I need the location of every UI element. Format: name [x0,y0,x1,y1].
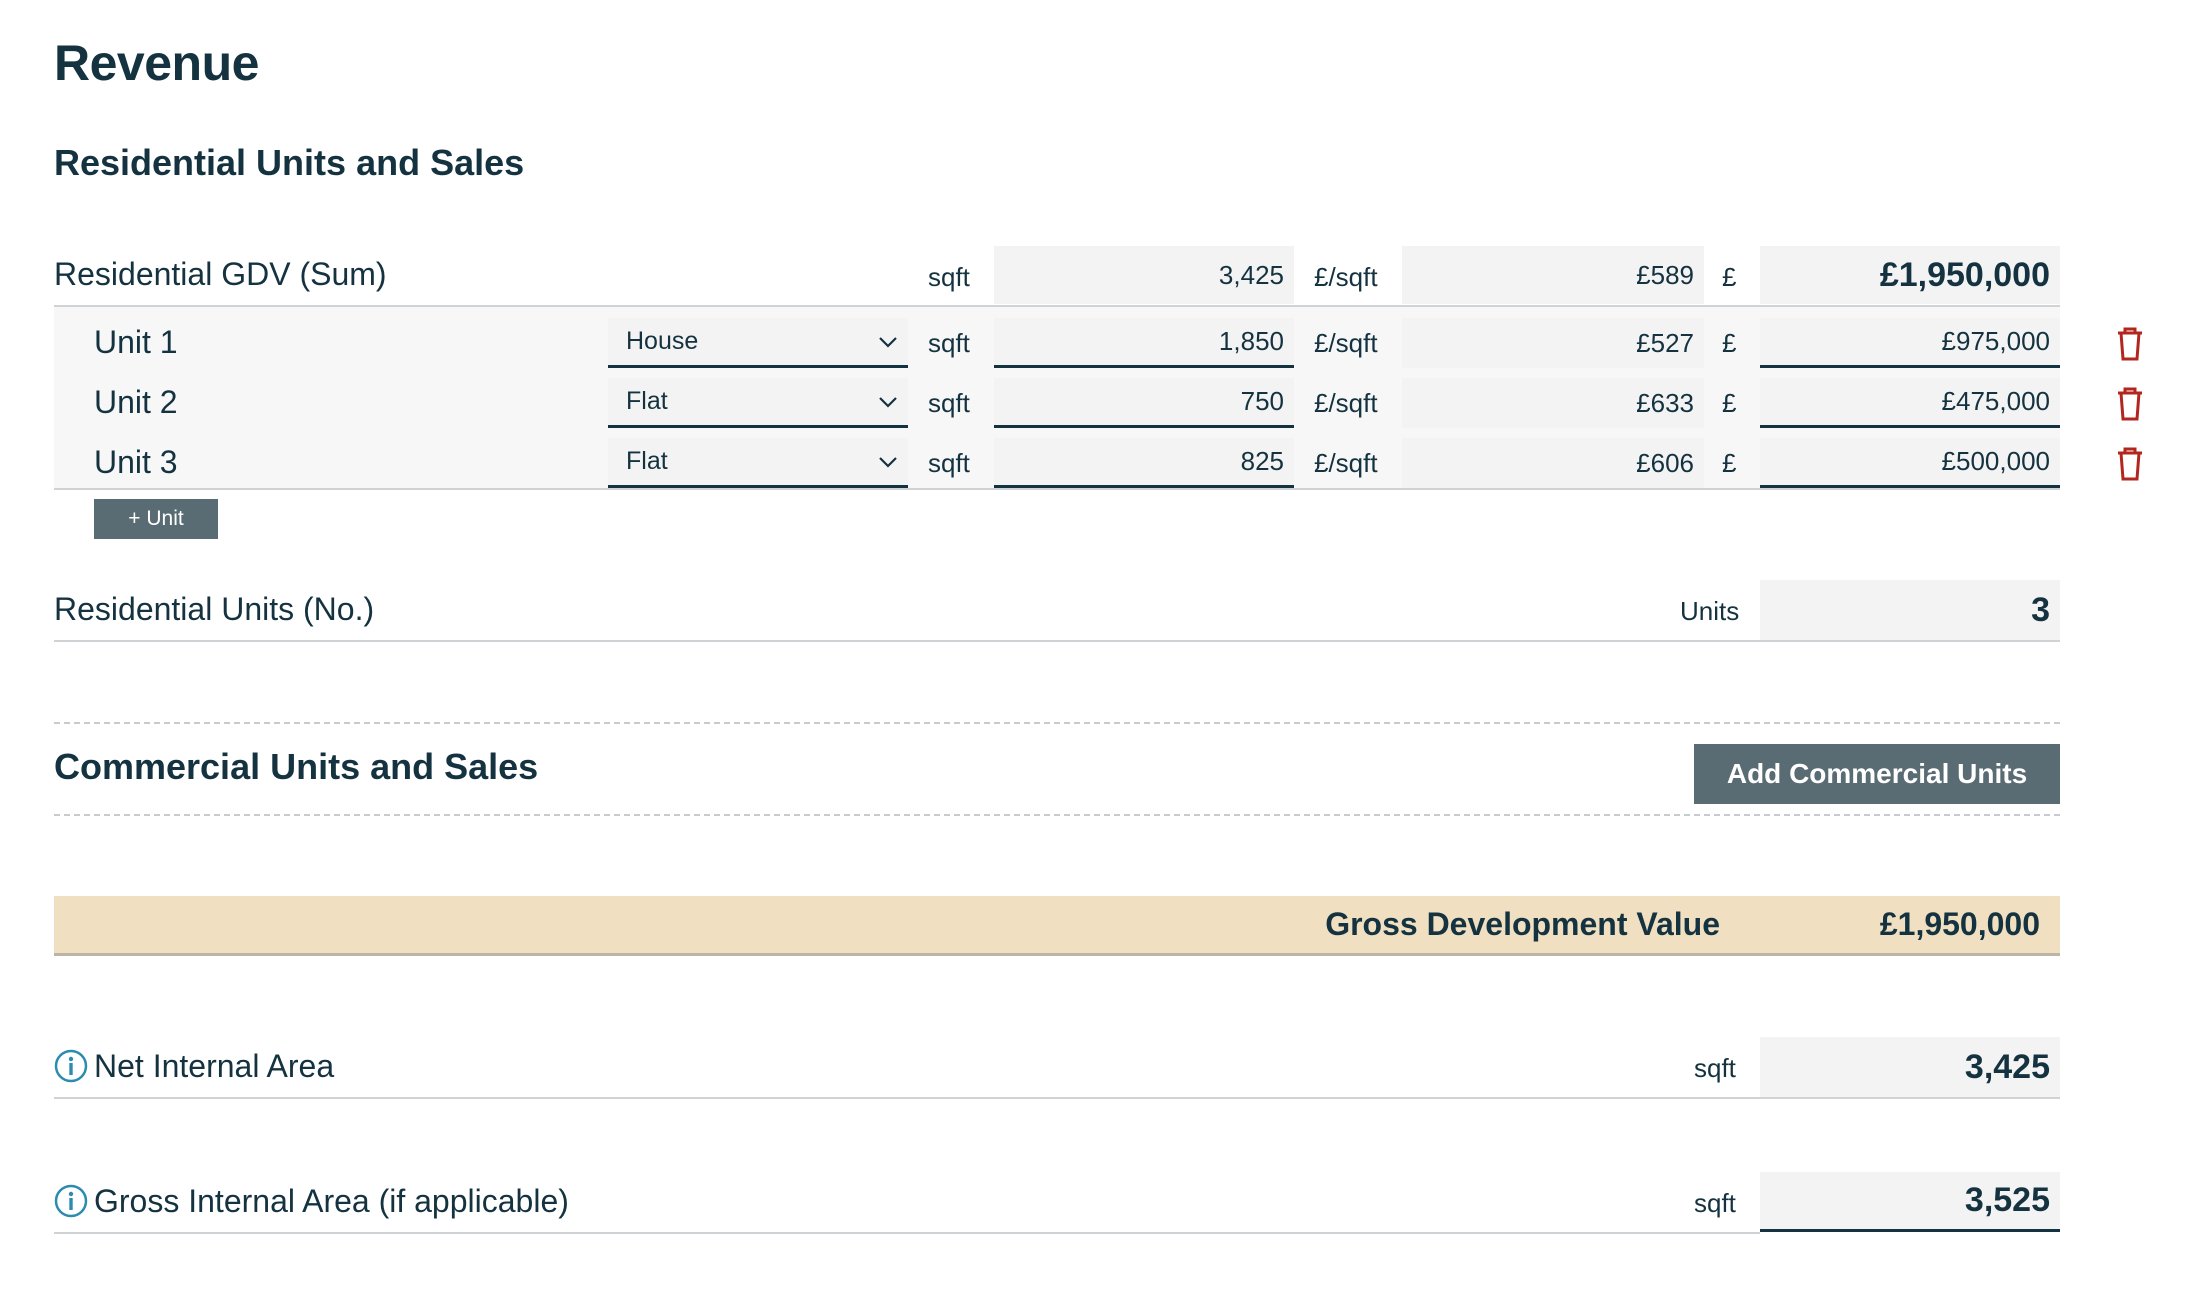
unit-currency: £ [1722,328,1737,358]
trash-icon[interactable] [2114,446,2146,482]
unit-type-select[interactable]: Flat [608,378,908,428]
count-divider [54,640,2060,642]
unit-area-input[interactable]: 825 [994,438,1294,488]
unit-type-select[interactable]: House [608,318,908,368]
unit-label: Unit 2 [94,384,178,420]
unit-value-input[interactable]: £475,000 [1760,378,2060,428]
commercial-heading: Commercial Units and Sales [54,746,539,787]
residential-units-unit: Units [1680,596,1740,626]
trash-icon[interactable] [2114,386,2146,422]
gia-divider [54,1232,1760,1234]
chevron-down-icon [879,456,897,468]
trash-icon[interactable] [2114,326,2146,362]
units-divider [54,488,2060,490]
unit-area-input[interactable]: 750 [994,378,1294,428]
nia-divider [54,1097,2060,1099]
unit-area-unit: sqft [928,448,970,478]
gdv-rate-unit: £/sqft [1314,262,1378,292]
chevron-down-icon [879,336,897,348]
gdv-area-unit: sqft [928,262,970,292]
gdv-total-value: £1,950,000 [1879,906,2040,942]
residential-units-value: 3 [1760,580,2060,640]
gdv-rate-value: £589 [1402,246,1704,304]
unit-rate-unit: £/sqft [1314,448,1378,478]
unit-rate-value: £606 [1402,438,1704,488]
nia-unit: sqft [1694,1053,1736,1083]
gia-unit: sqft [1694,1188,1736,1218]
info-icon[interactable] [54,1184,88,1218]
chevron-down-icon [879,396,897,408]
unit-rate-value: £633 [1402,378,1704,428]
residential-heading: Residential Units and Sales [54,142,525,183]
nia-label: Net Internal Area [94,1048,335,1084]
unit-type-value: Flat [626,387,668,415]
residential-units-label: Residential Units (No.) [54,591,375,627]
unit-currency: £ [1722,448,1737,478]
unit-type-value: Flat [626,447,668,475]
unit-area-unit: sqft [928,328,970,358]
unit-area-input[interactable]: 1,850 [994,318,1294,368]
commercial-top-divider [54,722,2060,724]
add-unit-button[interactable]: + Unit [94,499,218,539]
residential-gdv-label: Residential GDV (Sum) [54,256,387,292]
gdv-area-value: 3,425 [994,246,1294,304]
commercial-bottom-divider [54,814,2060,816]
unit-rate-value: £527 [1402,318,1704,368]
unit-value-input[interactable]: £975,000 [1760,318,2060,368]
gdv-total-label: Gross Development Value [1325,906,1720,942]
info-icon[interactable] [54,1049,88,1083]
gia-input[interactable]: 3,525 [1760,1172,2060,1232]
page-title: Revenue [54,35,259,91]
unit-type-value: House [626,327,699,355]
gdv-total-value: £1,950,000 [1760,246,2060,304]
gia-label: Gross Internal Area (if applicable) [94,1183,569,1219]
unit-currency: £ [1722,388,1737,418]
nia-value: 3,425 [1760,1037,2060,1097]
unit-value-input[interactable]: £500,000 [1760,438,2060,488]
gdv-currency: £ [1722,262,1737,292]
unit-area-unit: sqft [928,388,970,418]
unit-label: Unit 1 [94,324,178,360]
unit-label: Unit 3 [94,444,178,480]
add-commercial-units-button[interactable]: Add Commercial Units [1694,744,2060,804]
unit-rate-unit: £/sqft [1314,328,1378,358]
unit-type-select[interactable]: Flat [608,438,908,488]
unit-rate-unit: £/sqft [1314,388,1378,418]
